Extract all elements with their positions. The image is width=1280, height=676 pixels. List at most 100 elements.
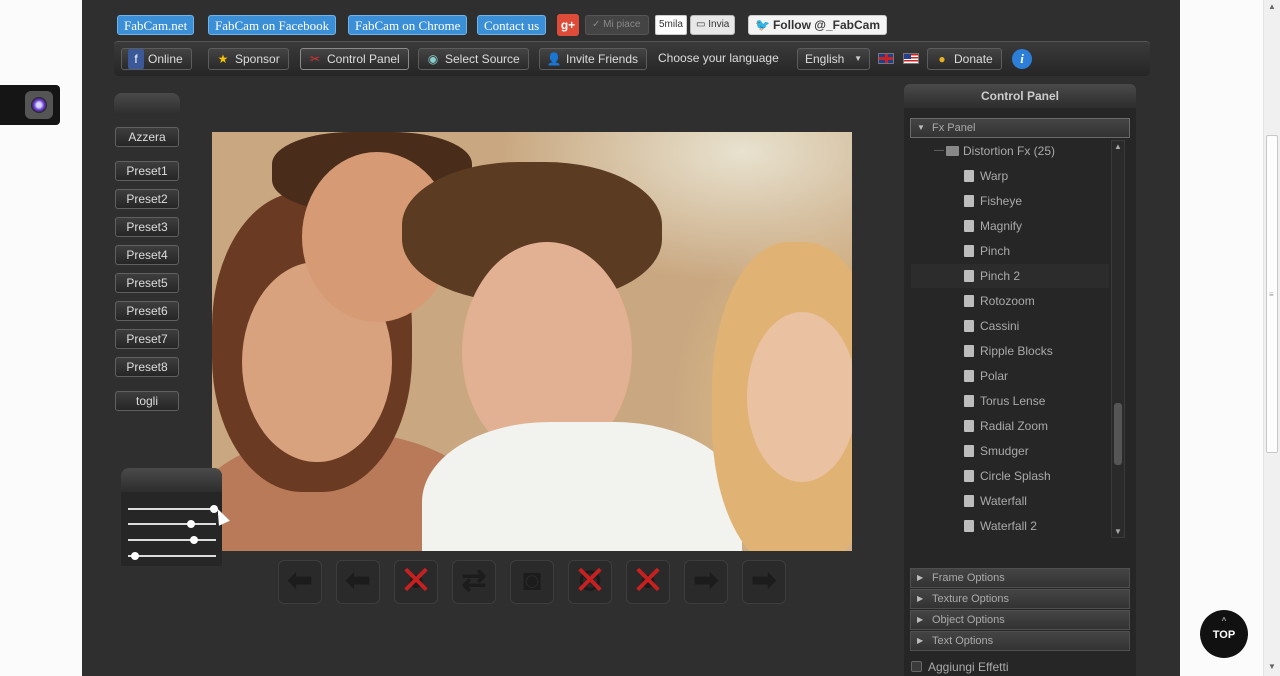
fx-item-rotozoom[interactable]: Rotozoom [911, 289, 1109, 313]
fx-item-polar[interactable]: Polar [911, 364, 1109, 388]
object-options-label: Object Options [932, 614, 1005, 626]
arrow-right-alt-button[interactable]: ➡ [742, 560, 786, 604]
facebook-icon: f [128, 49, 144, 69]
slider-3[interactable] [128, 536, 216, 544]
fx-item-ripple-blocks[interactable]: Ripple Blocks [911, 339, 1109, 363]
fx-item-label: Ripple Blocks [980, 344, 1053, 358]
fx-panel-header[interactable]: ▼ Fx Panel [910, 118, 1130, 138]
text-options-header[interactable]: ▶ Text Options [910, 631, 1130, 651]
info-icon[interactable]: i [1012, 49, 1032, 69]
remove-effect-button[interactable]: togli [115, 391, 179, 411]
fx-item-pinch[interactable]: Pinch [911, 239, 1109, 263]
scroll-up-icon[interactable]: ▲ [1114, 142, 1122, 151]
collapse-icon: — [934, 145, 944, 156]
fx-tree-scrollbar[interactable]: ▲ ▼ [1111, 140, 1125, 538]
cancel-alt-button[interactable]: ● ✕ [626, 560, 670, 604]
fx-tree-scroll-thumb[interactable] [1114, 403, 1122, 465]
arrow-left-button[interactable]: ⬅ [278, 560, 322, 604]
fx-item-magnify[interactable]: Magnify [911, 214, 1109, 238]
control-panel-button[interactable]: ✂ Control Panel [300, 48, 409, 70]
link-fabcam-net[interactable]: FabCam.net [117, 15, 195, 35]
tools-icon: ✂ [309, 52, 321, 66]
fx-item-label: Rotozoom [980, 294, 1035, 308]
coin-icon: ● [938, 52, 946, 66]
link-fabcam-facebook[interactable]: FabCam on Facebook [208, 15, 337, 35]
sponsor-button[interactable]: ★ Sponsor [208, 48, 289, 70]
cancel-button[interactable]: ● ✕ [394, 560, 438, 604]
slider-1[interactable] [128, 505, 219, 513]
preset-4-button[interactable]: Preset4 [115, 245, 179, 265]
sliders-panel [121, 468, 222, 566]
fx-item-warp[interactable]: Warp [911, 164, 1109, 188]
slider-2[interactable] [128, 520, 216, 528]
fx-item-smudger[interactable]: Smudger [911, 439, 1109, 463]
link-fabcam-chrome[interactable]: FabCam on Chrome [348, 15, 468, 35]
arrow-left-alt-button[interactable]: ⬅ [336, 560, 380, 604]
triangle-right-icon: ▶ [917, 636, 924, 645]
fx-item-label: Torus Lense [980, 394, 1046, 408]
swap-button[interactable]: ⇄ [452, 560, 496, 604]
scroll-down-icon[interactable]: ▼ [1114, 527, 1122, 536]
fx-item-waterfall-2[interactable]: Waterfall 2 [911, 514, 1109, 538]
scroll-up-arrow-icon[interactable]: ▲ [1268, 2, 1276, 11]
preset-2-button[interactable]: Preset2 [115, 189, 179, 209]
select-source-button[interactable]: ◉ Select Source [418, 48, 529, 70]
twitter-follow-button[interactable]: 🐦 Follow @_FabCam [748, 15, 887, 35]
link-contact-us[interactable]: Contact us [477, 15, 547, 35]
arrow-right-button[interactable]: ➡ [684, 560, 728, 604]
folder-label: Distortion Fx (25) [963, 144, 1056, 158]
fx-item-cassini[interactable]: Cassini [911, 314, 1109, 338]
scroll-down-arrow-icon[interactable]: ▼ [1268, 662, 1276, 671]
online-button[interactable]: f Online [121, 48, 192, 70]
slider-4-handle[interactable] [131, 552, 140, 560]
fx-item-fisheye[interactable]: Fisheye [911, 189, 1109, 213]
send-button[interactable]: ▭ Invia [690, 15, 736, 35]
fx-item-torus-lense[interactable]: Torus Lense [911, 389, 1109, 413]
twitter-follow-label: Follow @_FabCam [772, 18, 880, 32]
document-icon [964, 445, 974, 457]
document-icon [964, 170, 974, 182]
x-icon: ✕ [399, 559, 433, 603]
triangle-right-icon: ▶ [917, 594, 924, 603]
sliders-panel-header [121, 468, 222, 492]
preset-6-button[interactable]: Preset6 [115, 301, 179, 321]
add-effects-checkbox[interactable] [911, 661, 922, 672]
document-icon [964, 270, 974, 282]
fx-item-circle-splash[interactable]: Circle Splash [911, 464, 1109, 488]
language-select[interactable]: English ▼ [797, 48, 870, 70]
preset-1-button[interactable]: Preset1 [115, 161, 179, 181]
cancel-circle-button[interactable]: ⊗ ✕ [568, 560, 612, 604]
like-label: Mi piace [603, 19, 641, 30]
preset-3-button[interactable]: Preset3 [115, 217, 179, 237]
star-icon: ★ [217, 52, 229, 66]
donate-button[interactable]: ● Donate [927, 48, 1002, 70]
fx-item-waterfall[interactable]: Waterfall [911, 489, 1109, 513]
texture-options-label: Texture Options [932, 593, 1010, 605]
fx-item-pinch-2[interactable]: Pinch 2 [911, 264, 1109, 288]
page-scrollbar[interactable]: ▲ ≡ ▼ [1263, 0, 1280, 676]
reset-button[interactable]: Azzera [115, 127, 179, 147]
camera-button[interactable]: ◙ [510, 560, 554, 604]
invite-friends-button[interactable]: 👤 Invite Friends [539, 48, 648, 70]
add-effects-label: Aggiungi Effetti [928, 660, 1009, 674]
texture-options-header[interactable]: ▶ Texture Options [910, 589, 1130, 609]
main-toolbar: f Online ★ Sponsor ✂ Control Panel ◉ Select … [114, 41, 1150, 76]
back-to-top-button[interactable]: TOP [1200, 596, 1248, 658]
google-plus-button[interactable]: g+ [557, 14, 579, 36]
us-flag-icon[interactable] [903, 53, 919, 64]
camera-app-tab[interactable] [0, 85, 60, 125]
uk-flag-icon[interactable] [878, 53, 894, 64]
slider-3-handle[interactable] [190, 536, 198, 544]
donate-label: Donate [954, 52, 993, 66]
fx-item-radial-zoom[interactable]: Radial Zoom [911, 414, 1109, 438]
distortion-fx-folder[interactable]: — Distortion Fx (25) [911, 139, 1109, 163]
send-label: Invia [708, 19, 730, 30]
slider-2-handle[interactable] [187, 520, 196, 528]
frame-options-header[interactable]: ▶ Frame Options [910, 568, 1130, 588]
like-button[interactable]: ✓ Mi piace [585, 15, 649, 35]
slider-4[interactable] [128, 552, 216, 560]
preset-7-button[interactable]: Preset7 [115, 329, 179, 349]
preset-8-button[interactable]: Preset8 [115, 357, 179, 377]
preset-5-button[interactable]: Preset5 [115, 273, 179, 293]
object-options-header[interactable]: ▶ Object Options [910, 610, 1130, 630]
